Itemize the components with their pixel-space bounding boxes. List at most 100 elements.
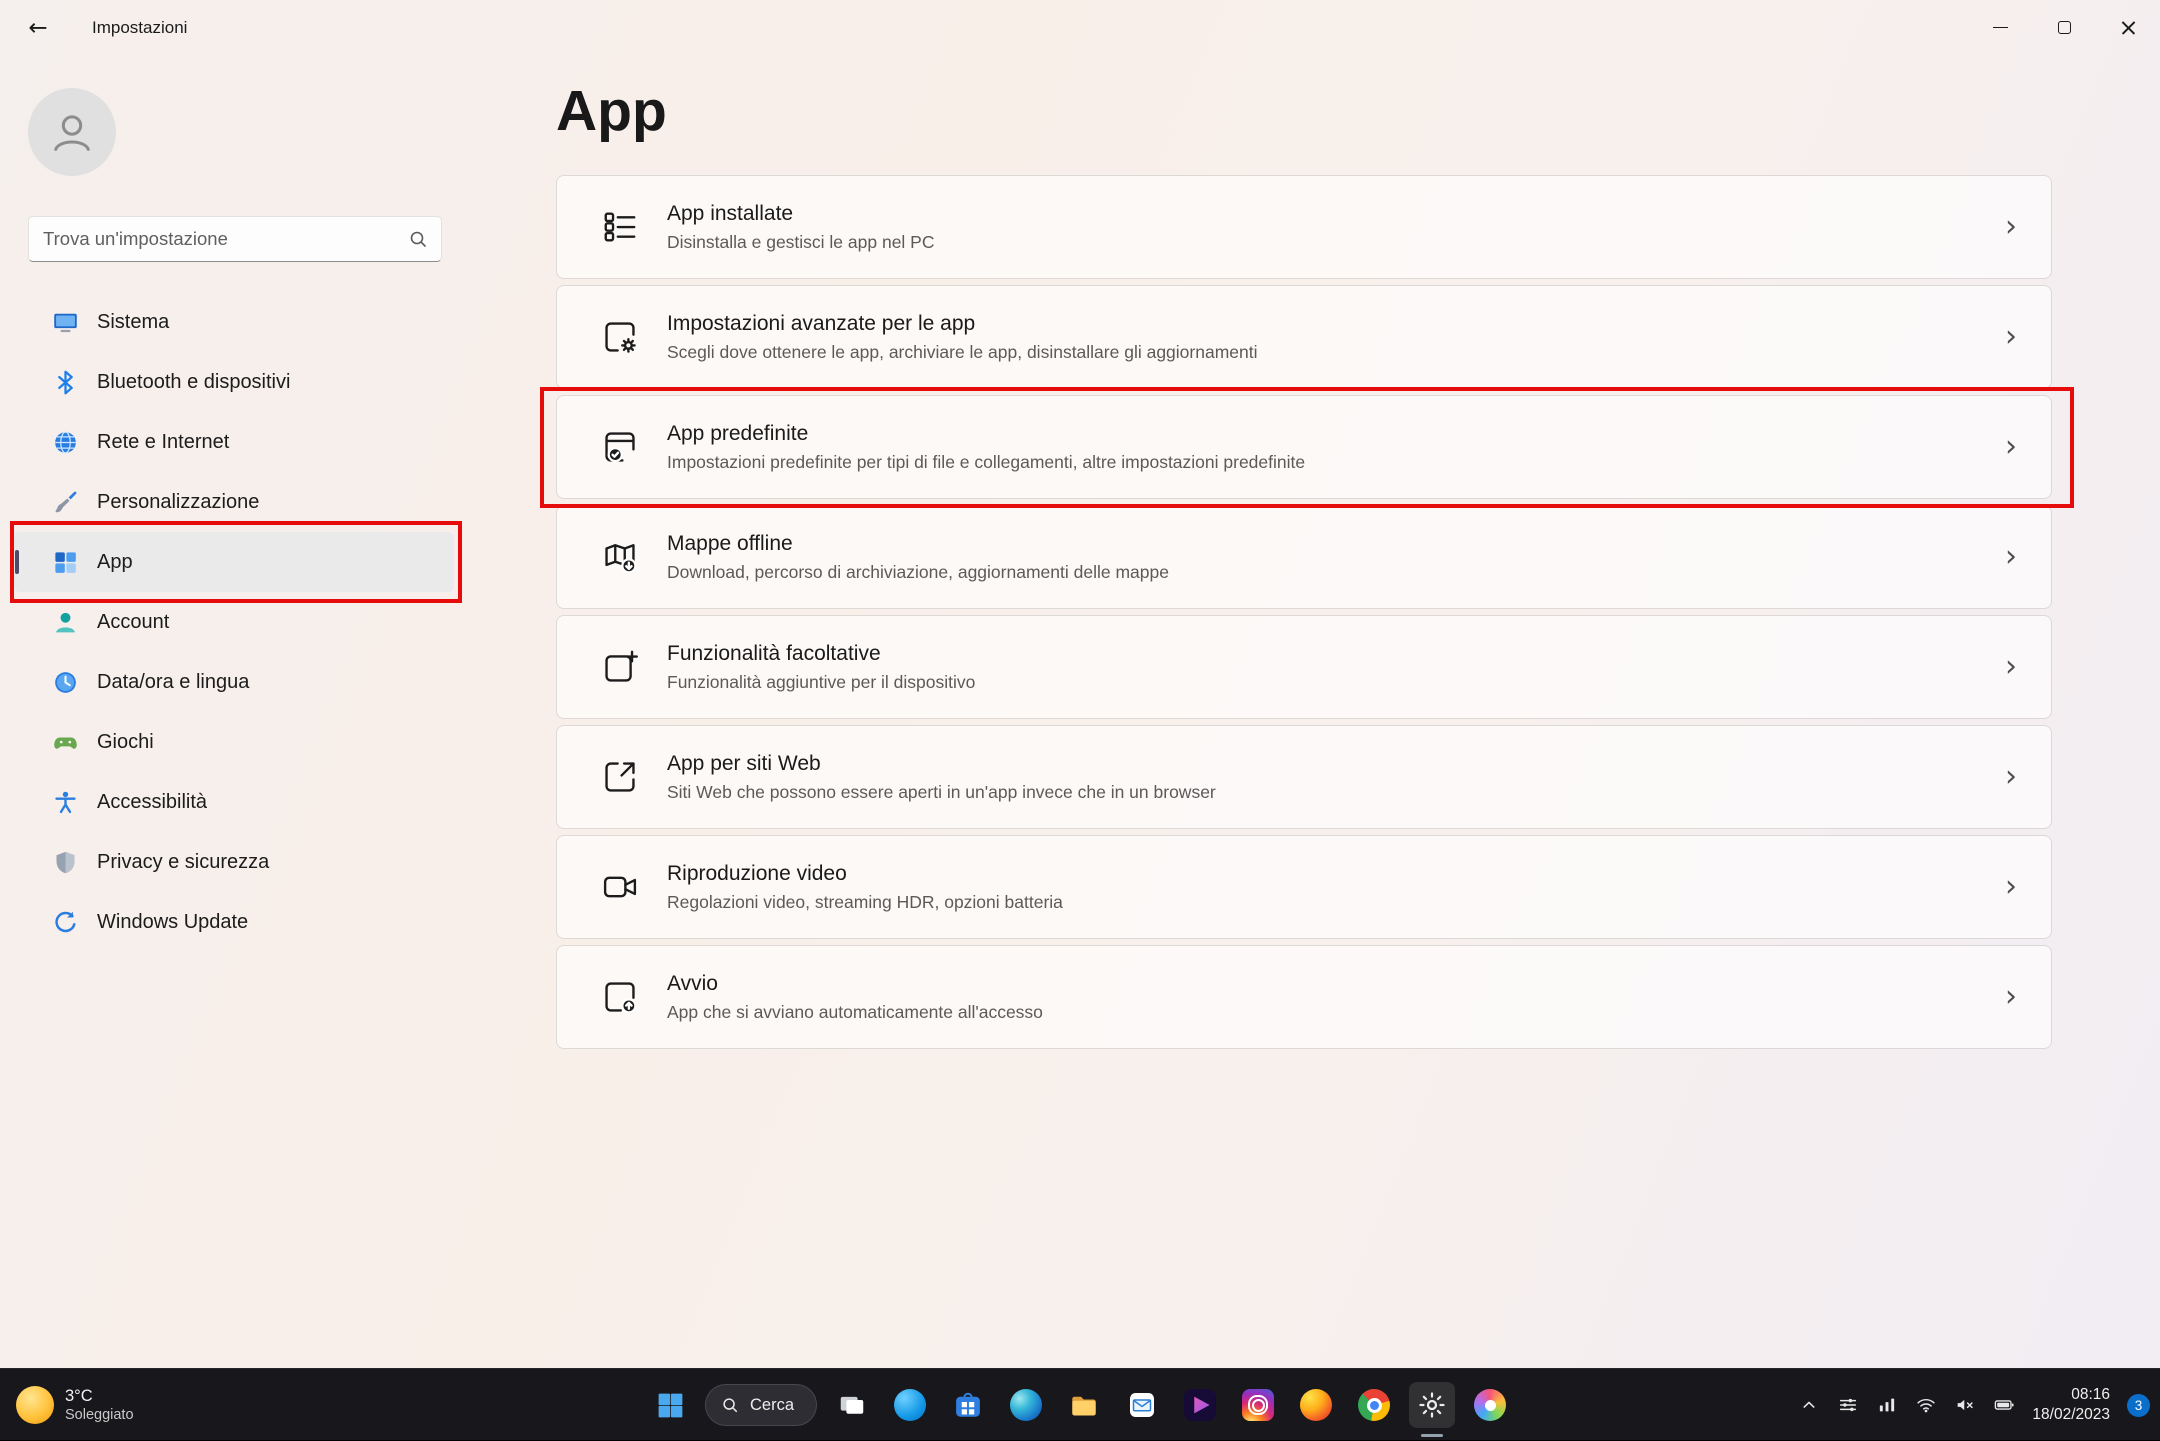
card-title: Riproduzione video [667,862,1063,886]
card-app-per-siti-web[interactable]: App per siti WebSiti Web che possono ess… [556,725,2052,829]
file-explorer-button[interactable] [1061,1382,1107,1428]
card-subtitle: Regolazioni video, streaming HDR, opzion… [667,892,1063,913]
skype-button[interactable] [887,1382,933,1428]
sidebar-item-label: Accessibilità [97,791,207,814]
chevron-right-icon: › [2005,322,2017,352]
chrome-icon [1358,1389,1390,1421]
personalization-icon [52,489,79,516]
person-icon [46,106,98,158]
tray-settings-sliders-button[interactable] [1837,1394,1859,1416]
search-input[interactable] [29,217,441,261]
weather-condition: Soleggiato [65,1406,134,1424]
paint-icon [1474,1389,1506,1421]
notification-count-badge[interactable]: 3 [2127,1394,2150,1417]
privacy-icon [52,849,79,876]
tray-network-button[interactable] [1915,1394,1937,1416]
sidebar-item-label: Privacy e sicurezza [97,851,269,874]
maximize-button[interactable] [2032,0,2096,55]
card-funzionalita-facoltative[interactable]: Funzionalità facoltativeFunzionalità agg… [556,615,2052,719]
sidebar-item-account[interactable]: Account [14,592,454,652]
sidebar-item-label: Personalizzazione [97,491,259,514]
account-icon [52,609,79,636]
sun-icon [16,1386,54,1424]
apps-for-websites-icon [601,758,639,796]
clock-date: 18/02/2023 [2032,1406,2110,1423]
sidebar-item-app[interactable]: App [14,532,454,592]
titlebar: ← Impostazioni [0,0,2160,55]
card-subtitle: Funzionalità aggiuntive per il dispositi… [667,672,975,693]
tray-battery-button[interactable] [1993,1394,2015,1416]
chevron-right-icon: › [2005,432,2017,462]
network-icon [52,429,79,456]
start-button[interactable] [647,1382,693,1428]
time-language-icon [52,669,79,696]
back-button[interactable]: ← [16,6,60,50]
settings-card-list: App installate Disinstalla e gestisci le … [556,175,2052,1049]
store-button[interactable] [945,1382,991,1428]
optional-features-icon [601,648,639,686]
taskbar-search[interactable]: Cerca [705,1384,817,1426]
weather-widget[interactable]: 3°C Soleggiato [16,1369,134,1441]
signal-bars-icon [1876,1394,1898,1416]
sidebar-item-bluetooth[interactable]: Bluetooth e dispositivi [14,352,454,412]
clipchamp-button[interactable] [1177,1382,1223,1428]
file-explorer-icon [1069,1390,1099,1420]
taskbar-clock[interactable]: 08:16 18/02/2023 [2032,1385,2110,1425]
search-icon [721,1396,739,1414]
card-riproduzione-video[interactable]: Riproduzione video Regolazioni video, str… [556,835,2052,939]
close-icon [2120,19,2137,36]
sidebar-nav: Sistema Bluetooth e dispositivi Rete e I… [14,292,454,952]
page-title: App [556,78,667,144]
card-subtitle: Scegli dove ottenere le app, archiviare … [667,342,1258,363]
card-app-predefinite[interactable]: App predefiniteImpostazioni predefinite … [556,395,2052,499]
sidebar-item-windows-update[interactable]: Windows Update [14,892,454,952]
taskbar-center: Cerca [647,1369,1513,1441]
clipchamp-icon [1184,1389,1216,1421]
minimize-button[interactable] [1968,0,2032,55]
edge-icon [1010,1389,1042,1421]
card-app-installate[interactable]: App installate Disinstalla e gestisci le … [556,175,2052,279]
paint-button[interactable] [1467,1382,1513,1428]
sidebar-item-label: Account [97,611,169,634]
settings-window: ← Impostazioni Sistema Blue [0,0,2160,1368]
card-mappe-offline[interactable]: Mappe offline Download, percorso di archi… [556,505,2052,609]
sidebar-item-rete[interactable]: Rete e Internet [14,412,454,472]
tray-chevron-up-button[interactable] [1798,1394,1820,1416]
settings-search [28,216,442,262]
user-avatar[interactable] [28,88,116,176]
sidebar-item-personalizzazione[interactable]: Personalizzazione [14,472,454,532]
startup-icon [601,978,639,1016]
card-avvio[interactable]: AvvioApp che si avviano automaticamente … [556,945,2052,1049]
chrome-button[interactable] [1351,1382,1397,1428]
tray-activity-button[interactable] [1876,1394,1898,1416]
edge-button[interactable] [1003,1382,1049,1428]
card-subtitle: Siti Web che possono essere aperti in un… [667,782,1216,803]
sidebar-item-accessibilita[interactable]: Accessibilità [14,772,454,832]
card-title: Mappe offline [667,532,1169,556]
sidebar-item-data-ora-lingua[interactable]: Data/ora e lingua [14,652,454,712]
sidebar-item-giochi[interactable]: Giochi [14,712,454,772]
card-impostazioni-avanzate[interactable]: Impostazioni avanzate per le app Scegli d… [556,285,2052,389]
sidebar-item-privacy[interactable]: Privacy e sicurezza [14,832,454,892]
card-title: Impostazioni avanzate per le app [667,312,1258,336]
card-subtitle: Disinstalla e gestisci le app nel PC [667,232,935,253]
firefox-button[interactable] [1293,1382,1339,1428]
sidebar-item-label: Bluetooth e dispositivi [97,371,290,394]
task-view-icon [837,1390,867,1420]
sidebar-item-label: Rete e Internet [97,431,229,454]
advanced-app-settings-icon [601,318,639,356]
mail-button[interactable] [1119,1382,1165,1428]
settings-app-button[interactable] [1409,1382,1455,1428]
tray-volume-button[interactable] [1954,1394,1976,1416]
close-button[interactable] [2096,0,2160,55]
gaming-icon [52,729,79,756]
sidebar-item-sistema[interactable]: Sistema [14,292,454,352]
minimize-icon [1993,27,2008,28]
task-view-button[interactable] [829,1382,875,1428]
card-subtitle: App che si avviano automaticamente all'a… [667,1002,1043,1023]
card-title: App installate [667,202,935,226]
selected-indicator [15,550,19,574]
card-subtitle: Download, percorso di archiviazione, agg… [667,562,1169,583]
wifi-icon [1915,1394,1937,1416]
instagram-button[interactable] [1235,1382,1281,1428]
